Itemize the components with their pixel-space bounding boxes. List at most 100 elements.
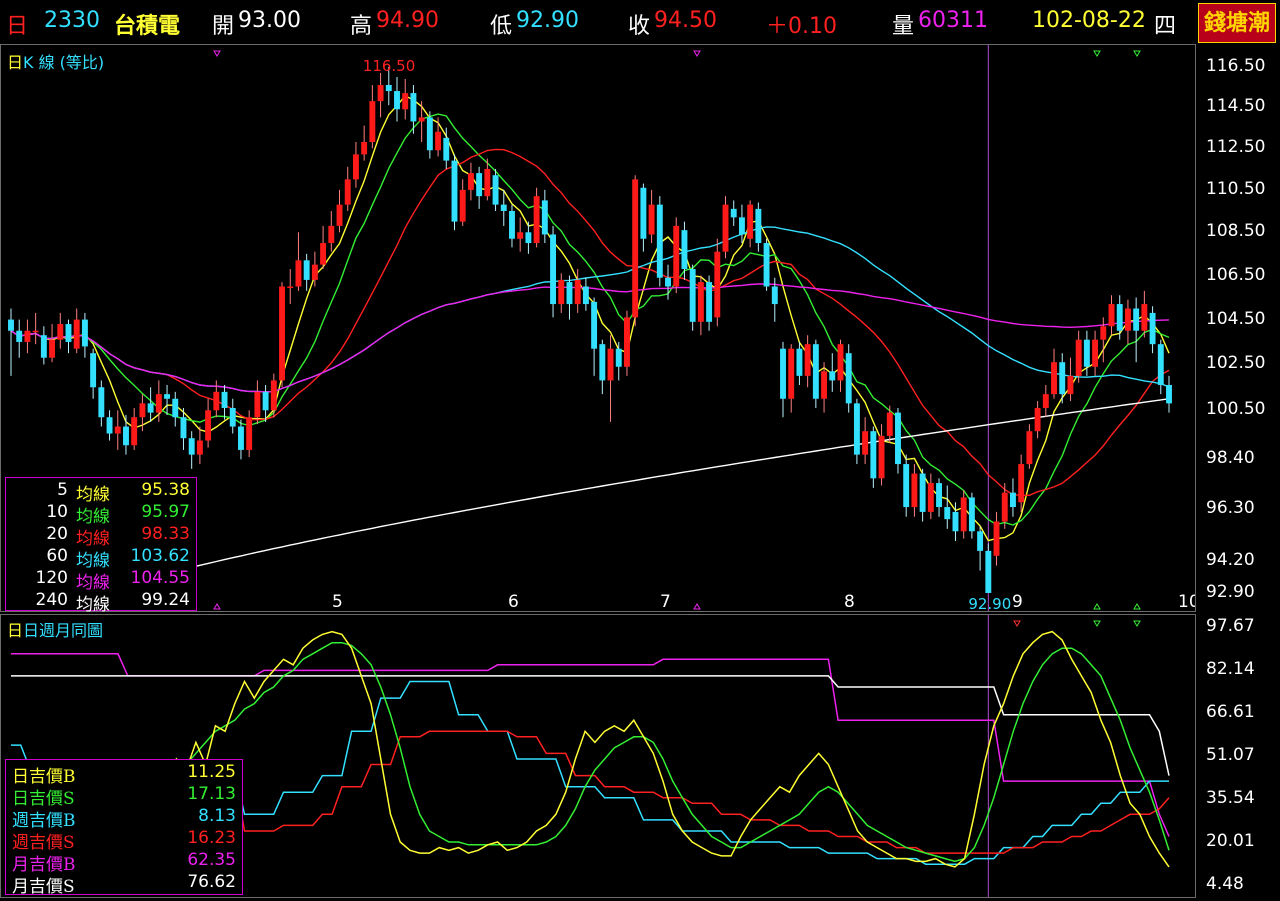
candle-body bbox=[98, 387, 105, 418]
ma-legend-row: 240 均線 99.24 bbox=[6, 590, 196, 615]
kline-panel[interactable]: 116.50 92.90 5 6 7 8 9 10 日K 線 (等比) 5 均線 95.38 10 均… bbox=[0, 44, 1196, 615]
indicator-legend-row: 週吉價B 8.13 bbox=[6, 806, 242, 831]
candle-body bbox=[484, 168, 491, 197]
candle-body bbox=[287, 286, 294, 288]
candle-body bbox=[911, 473, 918, 508]
candle-body bbox=[459, 189, 466, 222]
candle-body bbox=[1116, 304, 1123, 331]
candle-body bbox=[139, 403, 146, 418]
candle-body bbox=[164, 394, 170, 399]
candle-body bbox=[1059, 362, 1066, 395]
candle-body bbox=[697, 282, 704, 322]
candle-body bbox=[467, 173, 474, 190]
stock-name[interactable]: 台積電 bbox=[114, 8, 180, 40]
price-tick: 106.50 bbox=[1206, 264, 1266, 285]
candle-body bbox=[927, 483, 934, 512]
ma-legend: 5 均線 95.38 10 均線 95.97 20 均線 98.33 60 均線 103.62 120 均… bbox=[5, 477, 197, 615]
indicator-label: 月吉價S bbox=[12, 877, 75, 897]
price-tick: 116.50 bbox=[1206, 56, 1266, 76]
candle-body bbox=[714, 251, 721, 318]
candle-body bbox=[1075, 339, 1082, 376]
indicator-tick: 20.01 bbox=[1206, 831, 1255, 851]
candle-body bbox=[1083, 339, 1090, 367]
ma-value: 95.97 bbox=[141, 502, 190, 522]
period-label[interactable]: 日 bbox=[6, 8, 28, 40]
ma-line-20 bbox=[10, 148, 1170, 496]
indicator-panel[interactable]: 日日週月同圖 日吉價B 11.25 日吉價S 17.13 週吉價B 8.13 週吉價S 16.… bbox=[0, 614, 1196, 898]
brand-logo[interactable]: 錢塘潮 bbox=[1198, 3, 1276, 43]
ma-legend-row: 10 均線 95.97 bbox=[6, 502, 196, 527]
close-label: 收 bbox=[628, 14, 651, 39]
candle-body bbox=[648, 204, 655, 235]
low-label: 低 bbox=[490, 14, 513, 39]
candle-body bbox=[16, 330, 23, 342]
kline-title-text: K 線 (等比) bbox=[23, 53, 105, 72]
candle-body bbox=[1133, 308, 1140, 331]
candle-body bbox=[977, 531, 984, 551]
price-tick: 108.50 bbox=[1206, 221, 1266, 242]
event-marker-icon bbox=[693, 50, 701, 57]
change-value: ＋0.10 bbox=[766, 14, 837, 39]
candle-body bbox=[238, 426, 244, 450]
candle-body bbox=[123, 426, 129, 446]
candle-body bbox=[106, 417, 113, 434]
event-marker-icon bbox=[1133, 50, 1141, 57]
candle-body bbox=[24, 330, 31, 342]
candle-body bbox=[451, 160, 458, 222]
ma-line-60 bbox=[10, 226, 1170, 393]
open-value: 93.00 bbox=[238, 8, 301, 33]
event-marker-icon bbox=[213, 50, 221, 57]
price-tick: 114.50 bbox=[1206, 96, 1266, 117]
candle-body bbox=[328, 225, 335, 244]
candle-body bbox=[303, 260, 310, 280]
candle-body bbox=[862, 431, 869, 455]
candle-body bbox=[32, 330, 39, 333]
candle-body bbox=[722, 204, 729, 252]
ma-legend-row: 60 均線 103.62 bbox=[6, 546, 196, 571]
candle-body bbox=[188, 438, 195, 455]
indicator-tick: 82.14 bbox=[1206, 658, 1255, 679]
candle-body bbox=[566, 282, 573, 305]
candle-body bbox=[574, 279, 581, 305]
candle-body bbox=[229, 407, 236, 427]
candle-body bbox=[681, 230, 688, 270]
candle-body bbox=[738, 217, 745, 235]
candle-body bbox=[665, 277, 671, 287]
ma-line-120 bbox=[10, 283, 1170, 393]
candle-body bbox=[960, 497, 967, 532]
candle-body bbox=[1010, 492, 1016, 508]
candle-body bbox=[509, 210, 515, 239]
candle-body bbox=[796, 348, 803, 376]
candle-body bbox=[1124, 308, 1131, 331]
candle-body bbox=[155, 394, 162, 413]
indicator-value: 8.13 bbox=[198, 806, 236, 826]
ma-value: 104.55 bbox=[130, 568, 190, 588]
candle-body bbox=[1092, 339, 1099, 367]
indicator-value: 76.62 bbox=[187, 872, 236, 892]
quote-header: 日 2330 台積電 開 93.00 高 94.90 低 92.90 收 94.… bbox=[0, 0, 1280, 44]
high-value: 94.90 bbox=[376, 8, 439, 33]
stock-code[interactable]: 2330 bbox=[44, 8, 100, 33]
month-tick: 7 bbox=[660, 592, 671, 611]
candle-body bbox=[607, 348, 614, 381]
price-tick: 112.50 bbox=[1206, 137, 1266, 158]
candle-body bbox=[656, 204, 663, 278]
high-label: 高 bbox=[350, 14, 373, 39]
candle-body bbox=[1067, 375, 1074, 395]
candle-body bbox=[771, 286, 778, 305]
candle-body bbox=[418, 117, 425, 122]
indicator-value: 11.25 bbox=[187, 762, 236, 782]
candle-body bbox=[673, 225, 680, 287]
ma-period: 60 bbox=[46, 546, 68, 566]
price-tick: 94.20 bbox=[1206, 549, 1255, 570]
candle-body bbox=[311, 264, 318, 280]
ma-line-10 bbox=[10, 113, 1170, 526]
candle-body bbox=[1026, 431, 1033, 465]
candle-body bbox=[886, 412, 893, 436]
candle-body bbox=[845, 353, 852, 404]
ma-period: 20 bbox=[46, 524, 68, 544]
event-marker-icon bbox=[1133, 620, 1141, 627]
candle-body bbox=[73, 319, 80, 349]
candle-body bbox=[196, 440, 203, 455]
candle-body bbox=[369, 101, 376, 142]
